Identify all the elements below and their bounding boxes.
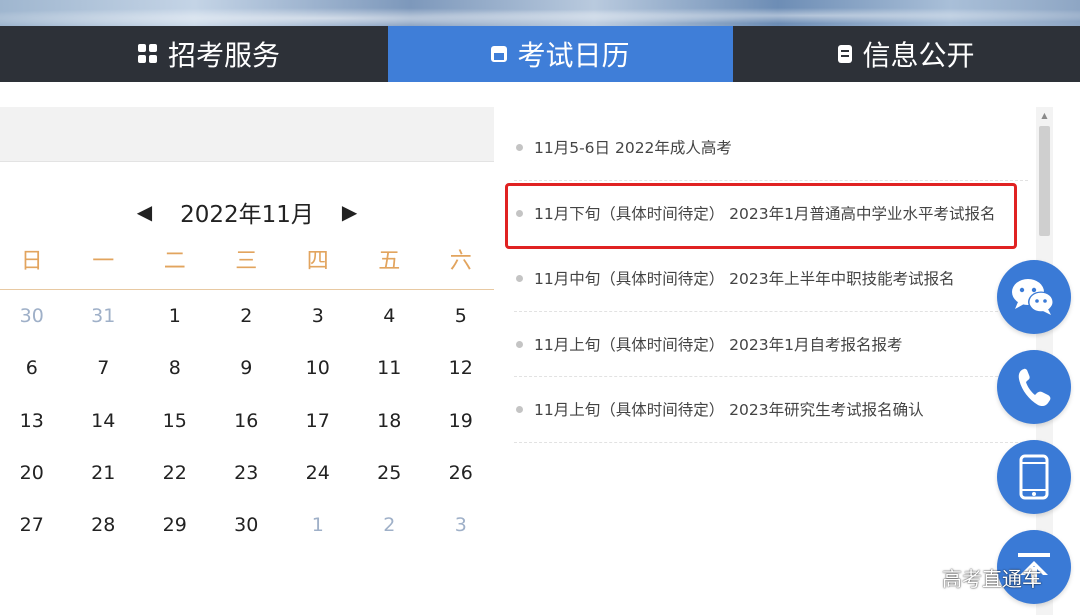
tab-label: 考试日历 bbox=[517, 39, 630, 72]
calendar-day[interactable]: 3 bbox=[278, 290, 358, 342]
month-navigator: ◀ 2022年11月 ▶ bbox=[0, 195, 494, 229]
calendar-day[interactable]: 29 bbox=[135, 499, 215, 551]
phone-button[interactable] bbox=[997, 350, 1071, 424]
calendar-day-next-month[interactable]: 3 bbox=[421, 499, 501, 551]
calendar-day[interactable]: 14 bbox=[64, 395, 144, 447]
main-nav: 招考服务 考试日历 信息公开 bbox=[0, 26, 1080, 82]
event-item[interactable]: 11月5-6日 2022年成人高考 bbox=[514, 115, 1028, 181]
calendar-day[interactable]: 6 bbox=[0, 342, 72, 394]
event-item[interactable]: 11月下旬（具体时间待定） 2023年1月普通高中学业水平考试报名 bbox=[514, 181, 1028, 247]
mobile-button[interactable] bbox=[997, 440, 1071, 514]
calendar-day[interactable]: 20 bbox=[0, 447, 72, 499]
calendar-day-prev-month[interactable]: 30 bbox=[0, 290, 72, 342]
month-title: 2022年11月 bbox=[180, 202, 314, 228]
wechat-icon bbox=[1012, 279, 1054, 315]
calendar-day[interactable]: 21 bbox=[64, 447, 144, 499]
weekday-label: 三 bbox=[235, 249, 258, 274]
document-icon bbox=[838, 45, 853, 63]
calendar-day[interactable]: 10 bbox=[278, 342, 358, 394]
phone-icon bbox=[1018, 368, 1051, 407]
calendar-day-next-month[interactable]: 2 bbox=[350, 499, 430, 551]
calendar-day[interactable]: 9 bbox=[207, 342, 287, 394]
weekday-label: 五 bbox=[378, 249, 401, 274]
calendar-day[interactable]: 19 bbox=[421, 395, 501, 447]
weekday-label: 一 bbox=[92, 249, 115, 274]
calendar-icon bbox=[491, 46, 508, 62]
calendar-day[interactable]: 24 bbox=[278, 447, 358, 499]
wechat-button[interactable] bbox=[997, 260, 1071, 334]
calendar-day[interactable]: 28 bbox=[64, 499, 144, 551]
tab-information-disclosure[interactable]: 信息公开 bbox=[733, 26, 1080, 82]
event-item[interactable]: 11月上旬（具体时间待定） 2023年1月自考报名报考 bbox=[514, 312, 1028, 377]
calendar-day-prev-month[interactable]: 31 bbox=[64, 290, 144, 342]
calendar-day[interactable]: 8 bbox=[135, 342, 215, 394]
weekday-label: 四 bbox=[306, 249, 329, 274]
calendar-day[interactable]: 17 bbox=[278, 395, 358, 447]
weekday-header: 日 一 二 三 四 五 六 bbox=[0, 244, 494, 290]
calendar-day[interactable]: 5 bbox=[421, 290, 501, 342]
tab-enrollment-services[interactable]: 招考服务 bbox=[0, 26, 388, 82]
calendar-grid: 30 31 1 2 3 4 5 6 7 8 9 10 11 12 13 14 1… bbox=[0, 290, 494, 551]
calendar-day[interactable]: 16 bbox=[207, 395, 287, 447]
event-item[interactable]: 11月上旬（具体时间待定） 2023年研究生考试报名确认 bbox=[514, 377, 1028, 443]
scrollbar-thumb[interactable] bbox=[1039, 126, 1050, 236]
calendar-day[interactable]: 30 bbox=[207, 499, 287, 551]
calendar-day[interactable]: 11 bbox=[350, 342, 430, 394]
calendar-day[interactable]: 22 bbox=[135, 447, 215, 499]
scroll-up-arrow-icon[interactable]: ▲ bbox=[1036, 107, 1053, 124]
calendar-day[interactable]: 2 bbox=[207, 290, 287, 342]
header-banner-image bbox=[0, 0, 1080, 26]
calendar-day[interactable]: 25 bbox=[350, 447, 430, 499]
weekday-label: 二 bbox=[163, 249, 186, 274]
prev-month-button[interactable]: ◀ bbox=[137, 200, 152, 224]
next-month-button[interactable]: ▶ bbox=[342, 200, 357, 224]
calendar-day[interactable]: 1 bbox=[135, 290, 215, 342]
weekday-label: 日 bbox=[20, 249, 43, 274]
calendar-day[interactable]: 4 bbox=[350, 290, 430, 342]
calendar-day[interactable]: 13 bbox=[0, 395, 72, 447]
tab-label: 招考服务 bbox=[167, 39, 280, 72]
weekday-label: 六 bbox=[449, 249, 472, 274]
event-item[interactable]: 11月中旬（具体时间待定） 2023年上半年中职技能考试报名 bbox=[514, 246, 1028, 312]
calendar-day[interactable]: 15 bbox=[135, 395, 215, 447]
calendar-day[interactable]: 12 bbox=[421, 342, 501, 394]
grid-icon bbox=[137, 44, 158, 64]
calendar-day[interactable]: 18 bbox=[350, 395, 430, 447]
calendar-day[interactable]: 7 bbox=[64, 342, 144, 394]
calendar-day-next-month[interactable]: 1 bbox=[278, 499, 358, 551]
tab-label: 信息公开 bbox=[862, 39, 975, 72]
calendar-day[interactable]: 23 bbox=[207, 447, 287, 499]
mobile-icon bbox=[1019, 454, 1049, 500]
calendar-day[interactable]: 27 bbox=[0, 499, 72, 551]
calendar-day[interactable]: 26 bbox=[421, 447, 501, 499]
watermark-text: 高考直通车 bbox=[942, 567, 1042, 591]
tab-exam-calendar[interactable]: 考试日历 bbox=[388, 26, 733, 82]
exam-event-list: 11月5-6日 2022年成人高考 11月下旬（具体时间待定） 2023年1月普… bbox=[514, 115, 1028, 443]
calendar-panel-header bbox=[0, 107, 494, 162]
